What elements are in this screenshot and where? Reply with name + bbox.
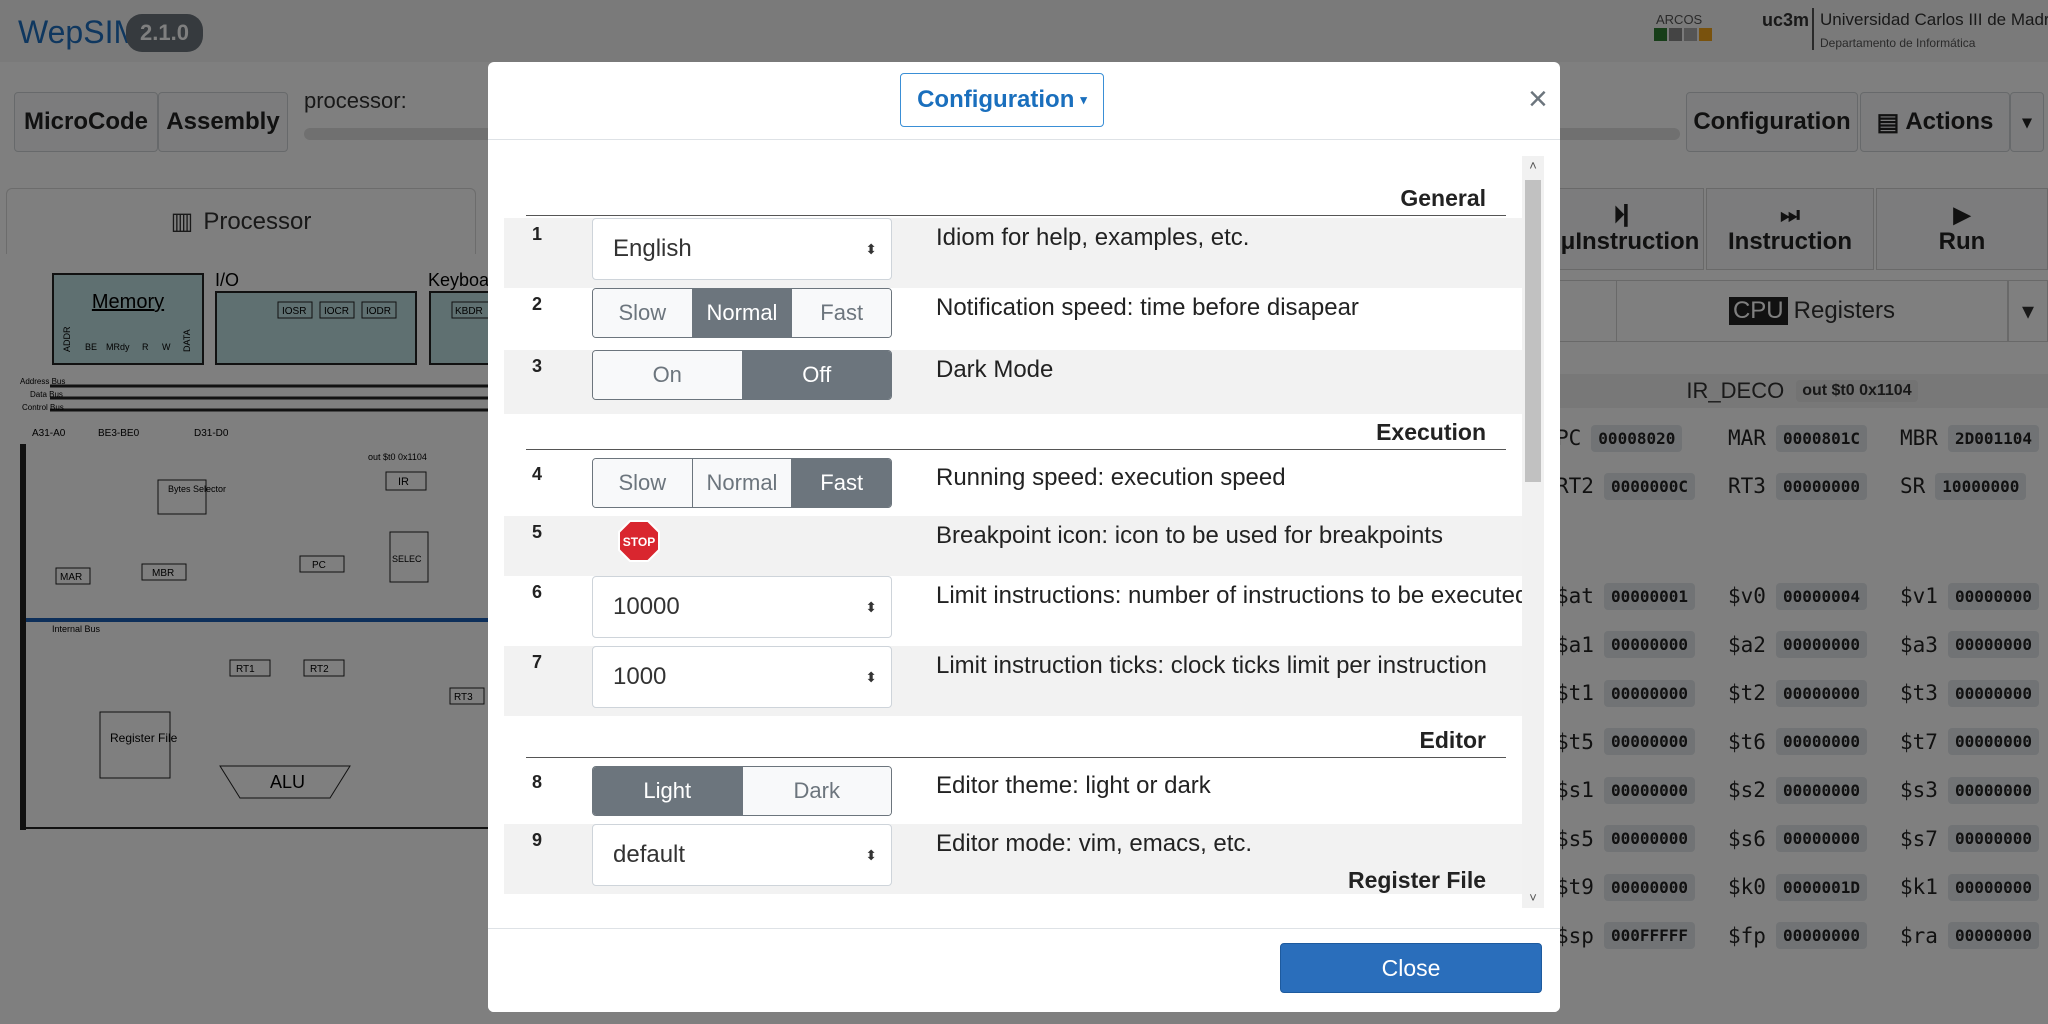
setting-number: 8 [532,772,543,792]
setting-description: Limit instructions: number of instructio… [936,582,1529,609]
setting-row-language: 1 English ⬍ Idiom for help, examples, et… [504,218,1522,288]
scroll-up-icon[interactable]: ˄ [1522,156,1544,176]
limit-ticks-value: 1000 [613,663,667,690]
setting-row-notification-speed: 2 Slow Normal Fast Notification speed: t… [504,288,1522,358]
running-speed-fast[interactable]: Fast [792,459,891,507]
dark-mode-on[interactable]: On [593,351,743,399]
configuration-modal: Configuration ▾ × General 1 English ⬍ Id… [488,62,1560,1012]
setting-number: 9 [532,830,543,850]
caret-down-icon: ▾ [1080,92,1087,107]
setting-number: 6 [532,582,543,602]
running-speed-group: Slow Normal Fast [592,458,892,508]
setting-row-limit-ticks: 7 1000 ⬍ Limit instruction ticks: clock … [504,646,1522,716]
limit-instructions-value: 10000 [613,593,680,620]
section-general: General [526,180,1506,216]
setting-row-editor-theme: 8 Light Dark Editor theme: light or dark [504,766,1522,824]
modal-footer: Close [488,928,1560,1012]
setting-description: Breakpoint icon: icon to be used for bre… [936,522,1443,549]
running-speed-normal[interactable]: Normal [692,459,793,507]
dark-mode-group: On Off [592,350,892,400]
setting-number: 7 [532,652,543,672]
close-button[interactable]: Close [1280,943,1542,993]
stepper-arrows-icon: ⬍ [865,599,877,615]
setting-description: Editor mode: vim, emacs, etc. [936,830,1253,857]
setting-description: Editor theme: light or dark [936,772,1211,799]
setting-row-breakpoint-icon: 5 STOP Breakpoint icon: icon to be used … [504,516,1522,576]
setting-row-running-speed: 4 Slow Normal Fast Running speed: execut… [504,458,1522,516]
editor-theme-group: Light Dark [592,766,892,816]
setting-number: 3 [532,356,543,376]
modal-header: Configuration ▾ × [488,62,1560,140]
setting-number: 5 [532,522,543,542]
setting-number: 1 [532,224,543,244]
editor-theme-light[interactable]: Light [593,767,743,815]
configuration-dropdown-label: Configuration [917,86,1075,113]
section-editor: Editor [526,722,1506,758]
language-select[interactable]: English ⬍ [592,218,892,280]
configuration-dropdown[interactable]: Configuration ▾ [900,73,1104,127]
stop-sign-icon[interactable]: STOP [618,520,660,562]
section-execution: Execution [526,414,1506,450]
language-select-value: English [613,235,692,262]
notification-speed-group: Slow Normal Fast [592,288,892,338]
close-icon[interactable]: × [1528,82,1548,116]
settings-scrollbar[interactable]: ˄ ˅ [1522,156,1544,908]
scroll-down-icon[interactable]: ˅ [1522,888,1544,908]
running-speed-slow[interactable]: Slow [593,459,693,507]
setting-row-limit-instructions: 6 10000 ⬍ Limit instructions: number of … [504,576,1528,646]
editor-theme-dark[interactable]: Dark [742,767,891,815]
limit-instructions-input[interactable]: 10000 ⬍ [592,576,892,638]
stepper-arrows-icon: ⬍ [865,669,877,685]
setting-description: Running speed: execution speed [936,464,1286,491]
setting-description: Dark Mode [936,356,1054,383]
select-arrows-icon: ⬍ [865,241,877,257]
stop-sign-text: STOP [623,535,655,549]
setting-description: Limit instruction ticks: clock ticks lim… [936,652,1487,679]
setting-row-dark-mode: 3 On Off Dark Mode [504,350,1522,414]
setting-description: Notification speed: time before disapear [936,294,1359,321]
notification-speed-normal[interactable]: Normal [692,289,793,337]
section-register-file: Register File [1347,867,1486,893]
limit-ticks-input[interactable]: 1000 ⬍ [592,646,892,708]
notification-speed-slow[interactable]: Slow [593,289,693,337]
setting-number: 2 [532,294,543,314]
dark-mode-off[interactable]: Off [742,351,891,399]
setting-number: 4 [532,464,543,484]
notification-speed-fast[interactable]: Fast [792,289,891,337]
settings-list: General 1 English ⬍ Idiom for help, exam… [504,156,1532,912]
setting-description: Idiom for help, examples, etc. [936,224,1250,251]
scrollbar-thumb[interactable] [1525,180,1541,482]
